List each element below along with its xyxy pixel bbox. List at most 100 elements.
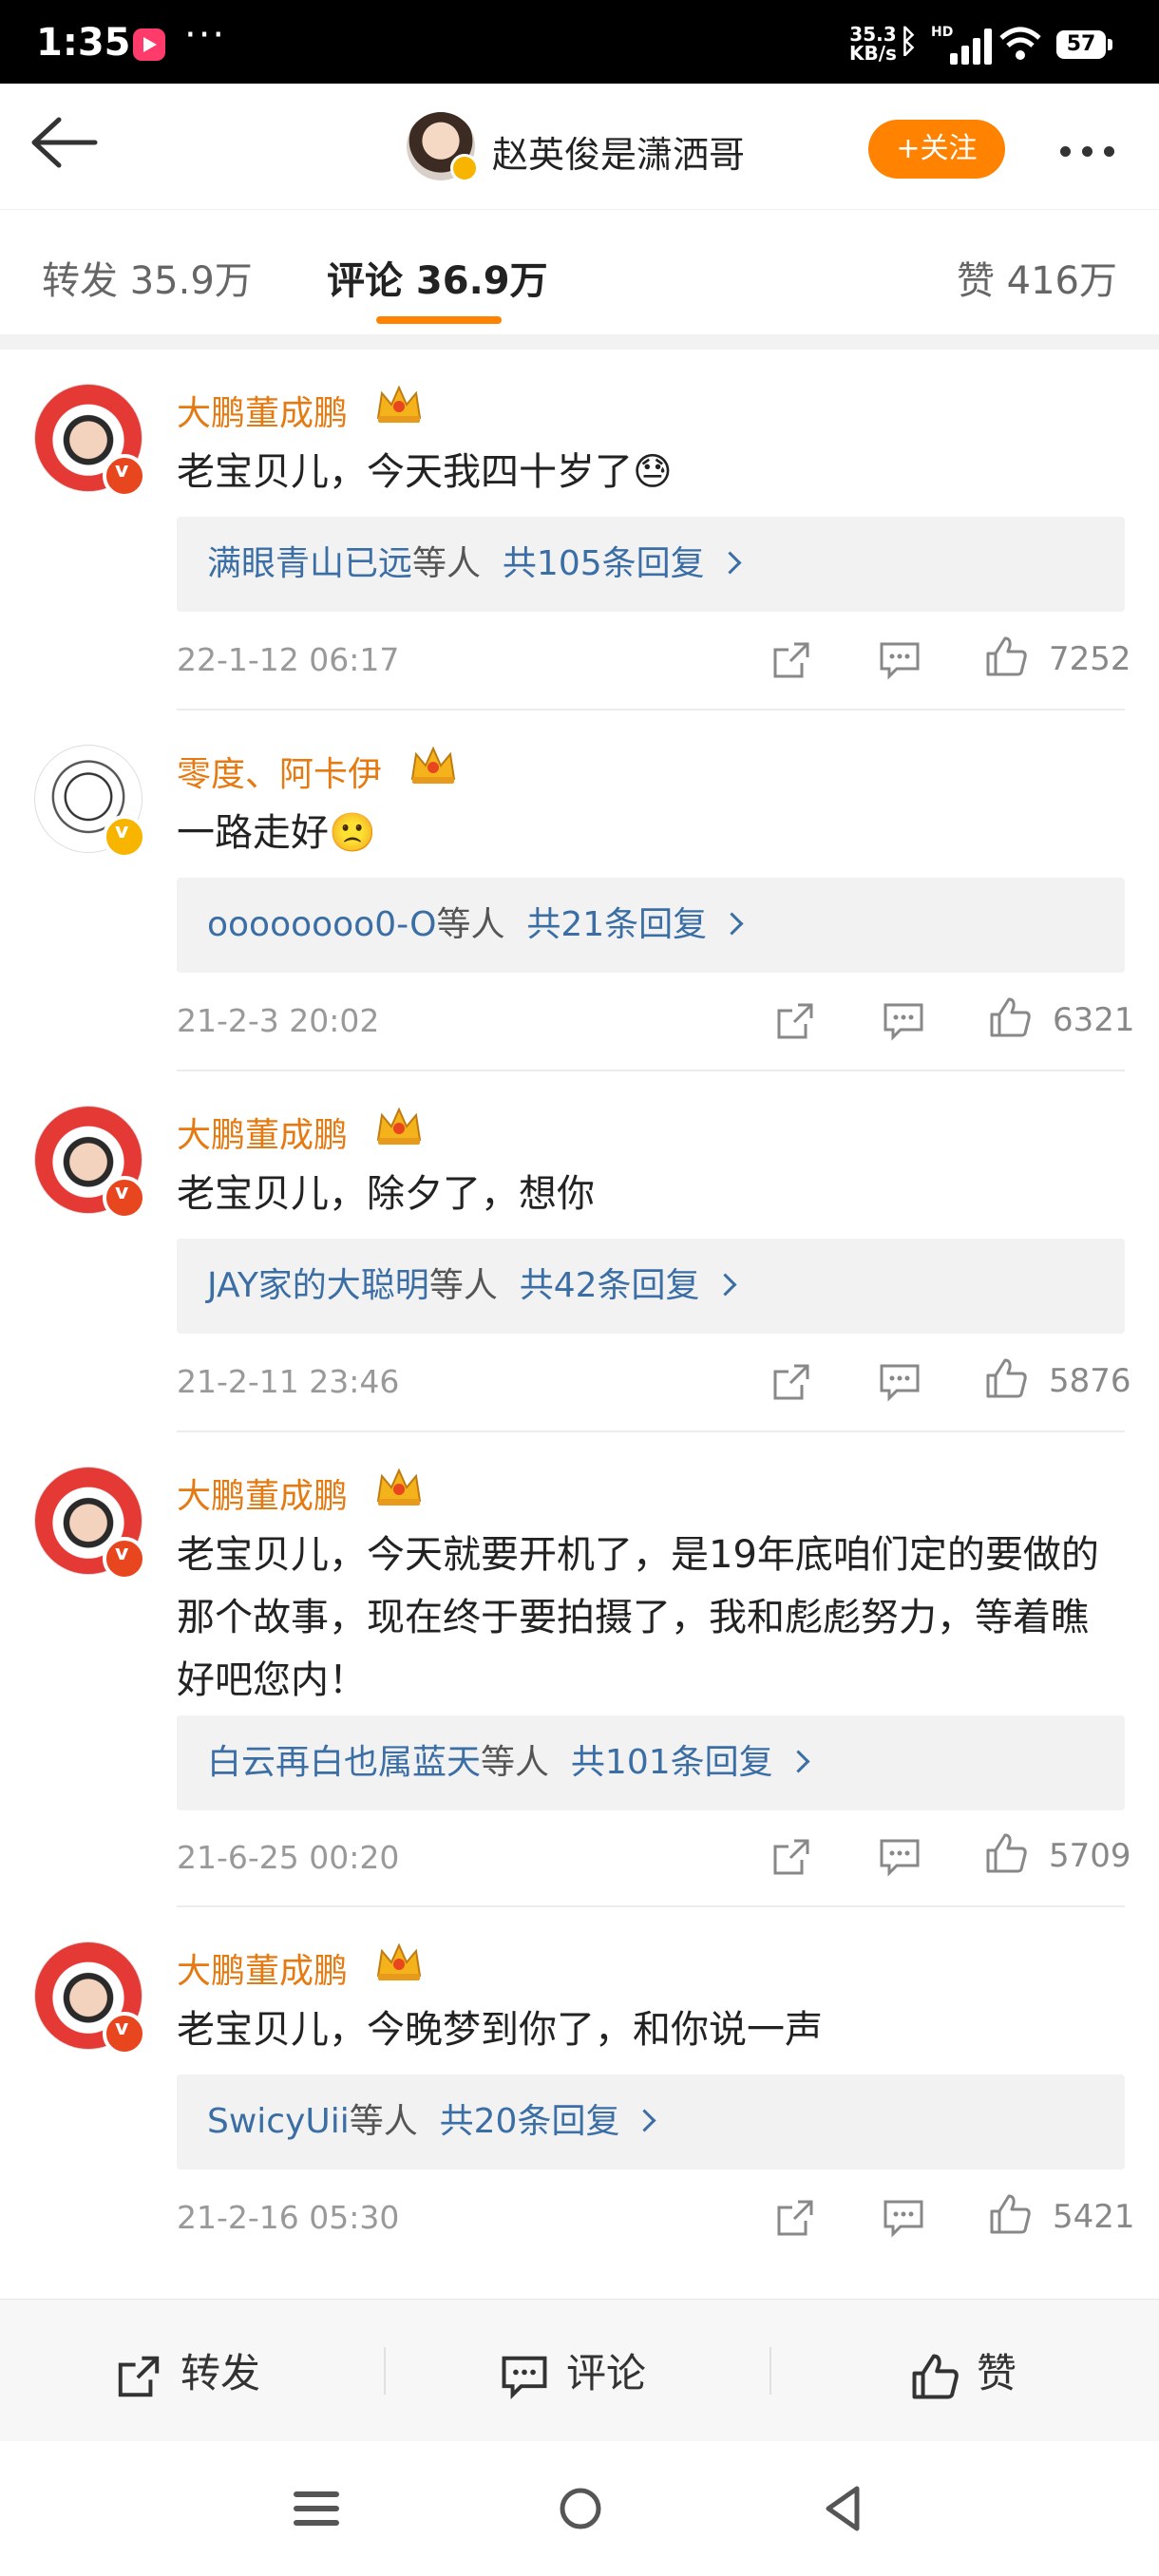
comment-item: 零度、阿卡伊 一路走好🙁 oooooooo0-O等人 共21条回复 21-2-3…	[0, 710, 1159, 1071]
crown-badge-icon	[376, 1942, 422, 1980]
chevron-right-icon	[720, 912, 744, 936]
signal-icon	[950, 28, 992, 65]
more-notifications-icon: ···	[184, 13, 227, 57]
reply-summary[interactable]: 白云再白也属蓝天等人 共101条回复	[177, 1715, 1125, 1810]
comment-username[interactable]: 大鹏董成鹏	[177, 1108, 348, 1157]
comment-item: 大鹏董成鹏 老宝贝儿，除夕了，想你 JAY家的大聪明等人 共42条回复 21-2…	[0, 1071, 1159, 1432]
tab-like[interactable]: 赞 416万	[957, 250, 1117, 305]
comment-time: 21-6-25 00:20	[177, 1839, 400, 1876]
like-count: 5876	[1049, 1362, 1131, 1400]
share-icon[interactable]	[773, 2196, 817, 2240]
status-bar: 1:35 ··· 35.3 KB/s ᛒ HD 57	[0, 0, 1159, 84]
reply-count: 共21条回复	[526, 905, 708, 944]
repost-label: 转发	[180, 2350, 261, 2396]
bottom-action-bar: 转发 评论 赞	[0, 2299, 1159, 2442]
bar-divider	[770, 2347, 771, 2395]
menu-icon[interactable]	[293, 2487, 340, 2530]
page-title[interactable]: 赵英俊是潇洒哥	[492, 125, 745, 178]
verified-badge-icon	[103, 1176, 146, 1220]
share-icon[interactable]	[770, 1835, 813, 1879]
share-icon[interactable]	[770, 638, 813, 682]
comment-icon[interactable]	[878, 1835, 922, 1879]
reply-suffix: 等人	[436, 905, 505, 944]
comment-username[interactable]: 大鹏董成鹏	[177, 1468, 348, 1518]
profile-avatar[interactable]	[407, 112, 479, 182]
reply-count: 共20条回复	[439, 2102, 620, 2141]
tab-repost[interactable]: 转发 35.9万	[42, 250, 253, 305]
chevron-right-icon	[718, 551, 742, 575]
crown-badge-icon	[376, 385, 422, 423]
tab-comment[interactable]: 评论 36.9万	[327, 250, 548, 305]
system-nav-bar	[0, 2441, 1159, 2576]
wifi-icon	[999, 27, 1041, 60]
like-count: 7252	[1049, 640, 1131, 678]
chevron-right-icon	[713, 1273, 737, 1297]
reply-suffix: 等人	[481, 1743, 550, 1782]
comment-icon[interactable]	[882, 999, 925, 1043]
reply-users: SwicyUii	[207, 2102, 350, 2141]
like-count: 6321	[1053, 1001, 1135, 1039]
share-icon[interactable]	[770, 1360, 813, 1404]
bar-divider	[384, 2347, 386, 2395]
bluetooth-icon: ᛒ	[899, 23, 919, 61]
verified-badge-icon	[450, 154, 479, 182]
home-icon[interactable]	[557, 2485, 604, 2532]
verified-badge-icon	[103, 815, 146, 859]
reply-users: 满眼青山已远	[207, 544, 413, 583]
comment-time: 21-2-11 23:46	[177, 1363, 400, 1400]
reply-suffix: 等人	[349, 2102, 418, 2141]
reply-users: 白云再白也属蓝天	[207, 1743, 482, 1782]
comment-time: 22-1-12 06:17	[177, 641, 400, 678]
comment-time: 21-2-16 05:30	[177, 2199, 400, 2236]
reply-users: JAY家的大聪明	[207, 1266, 429, 1305]
share-icon[interactable]	[773, 999, 817, 1043]
app-notification-icon	[133, 28, 165, 61]
reply-summary[interactable]: SwicyUii等人 共20条回复	[177, 2074, 1125, 2169]
follow-button[interactable]: +关注	[868, 120, 1005, 179]
verified-badge-icon	[103, 1537, 146, 1581]
like-button[interactable]: 赞	[910, 2341, 1016, 2401]
back-arrow-icon[interactable]	[27, 112, 99, 173]
more-options-icon[interactable]	[1060, 142, 1126, 161]
comment-text: 老宝贝儿，除夕了，想你	[177, 1172, 595, 1216]
network-speed-value: 35.3	[849, 23, 897, 46]
repost-button[interactable]: 转发	[114, 2341, 260, 2401]
like-icon[interactable]	[988, 2192, 1032, 2236]
comment-text: 一路走好🙁	[177, 811, 376, 855]
comment-label: 评论	[566, 2350, 647, 2396]
like-count: 5709	[1049, 1837, 1131, 1875]
comment-text: 老宝贝儿，今晚梦到你了，和你说一声	[177, 2008, 823, 2052]
comment-item: 大鹏董成鹏 老宝贝儿，今晚梦到你了，和你说一声 SwicyUii等人 共20条回…	[0, 1907, 1159, 2299]
crown-badge-icon	[376, 1468, 422, 1506]
comment-username[interactable]: 大鹏董成鹏	[177, 1943, 348, 1993]
like-icon[interactable]	[984, 635, 1028, 678]
network-speed: 35.3 KB/s	[849, 25, 897, 63]
battery-icon: 57	[1056, 30, 1112, 59]
crown-badge-icon	[410, 746, 456, 784]
like-icon[interactable]	[988, 995, 1032, 1039]
chevron-right-icon	[787, 1750, 810, 1773]
comment-text: 老宝贝儿，今天我四十岁了😓	[177, 450, 673, 494]
comment-icon[interactable]	[878, 638, 922, 682]
top-nav-bar: 赵英俊是潇洒哥 +关注	[0, 84, 1159, 209]
reply-summary[interactable]: JAY家的大聪明等人 共42条回复	[177, 1239, 1125, 1334]
like-icon[interactable]	[984, 1831, 1028, 1875]
comment-bubble-icon	[502, 2356, 547, 2399]
post-tabs: 转发 35.9万 评论 36.9万 赞 416万	[0, 209, 1159, 335]
comment-button[interactable]: 评论	[500, 2341, 646, 2401]
like-count: 5421	[1053, 2198, 1135, 2236]
reply-summary[interactable]: 满眼青山已远等人 共105条回复	[177, 517, 1125, 612]
thumbs-up-icon	[912, 2354, 959, 2398]
like-icon[interactable]	[984, 1356, 1028, 1400]
comment-time: 21-2-3 20:02	[177, 1002, 380, 1039]
comment-username[interactable]: 零度、阿卡伊	[177, 747, 382, 796]
comment-username[interactable]: 大鹏董成鹏	[177, 386, 348, 435]
comment-icon[interactable]	[882, 2196, 925, 2240]
crown-badge-icon	[376, 1107, 422, 1145]
back-icon[interactable]	[819, 2483, 866, 2534]
reply-summary[interactable]: oooooooo0-O等人 共21条回复	[177, 878, 1125, 973]
reply-suffix: 等人	[428, 1266, 498, 1305]
comment-text: 老宝贝儿，今天就要开机了，是19年底咱们定的要做的那个故事，现在终于要拍摄了，我…	[177, 1533, 1099, 1702]
comment-item: 大鹏董成鹏 老宝贝儿，今天就要开机了，是19年底咱们定的要做的那个故事，现在终于…	[0, 1432, 1159, 1907]
comment-icon[interactable]	[878, 1360, 922, 1404]
